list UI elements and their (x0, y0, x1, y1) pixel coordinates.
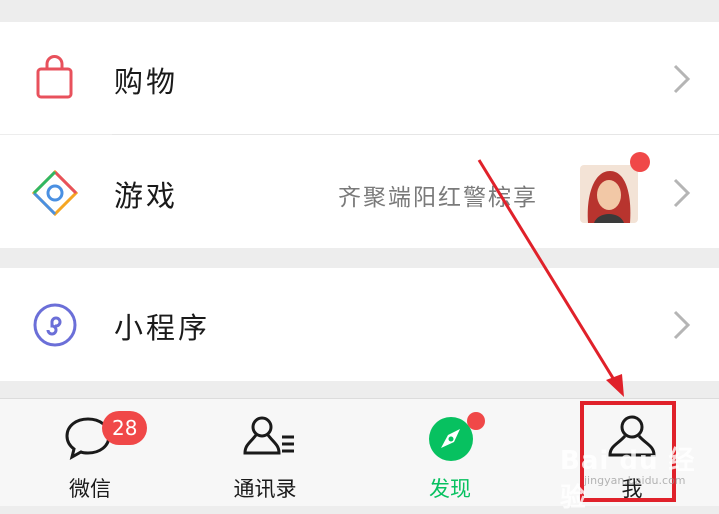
watermark-url: jingyan.baidu.com (584, 474, 686, 487)
